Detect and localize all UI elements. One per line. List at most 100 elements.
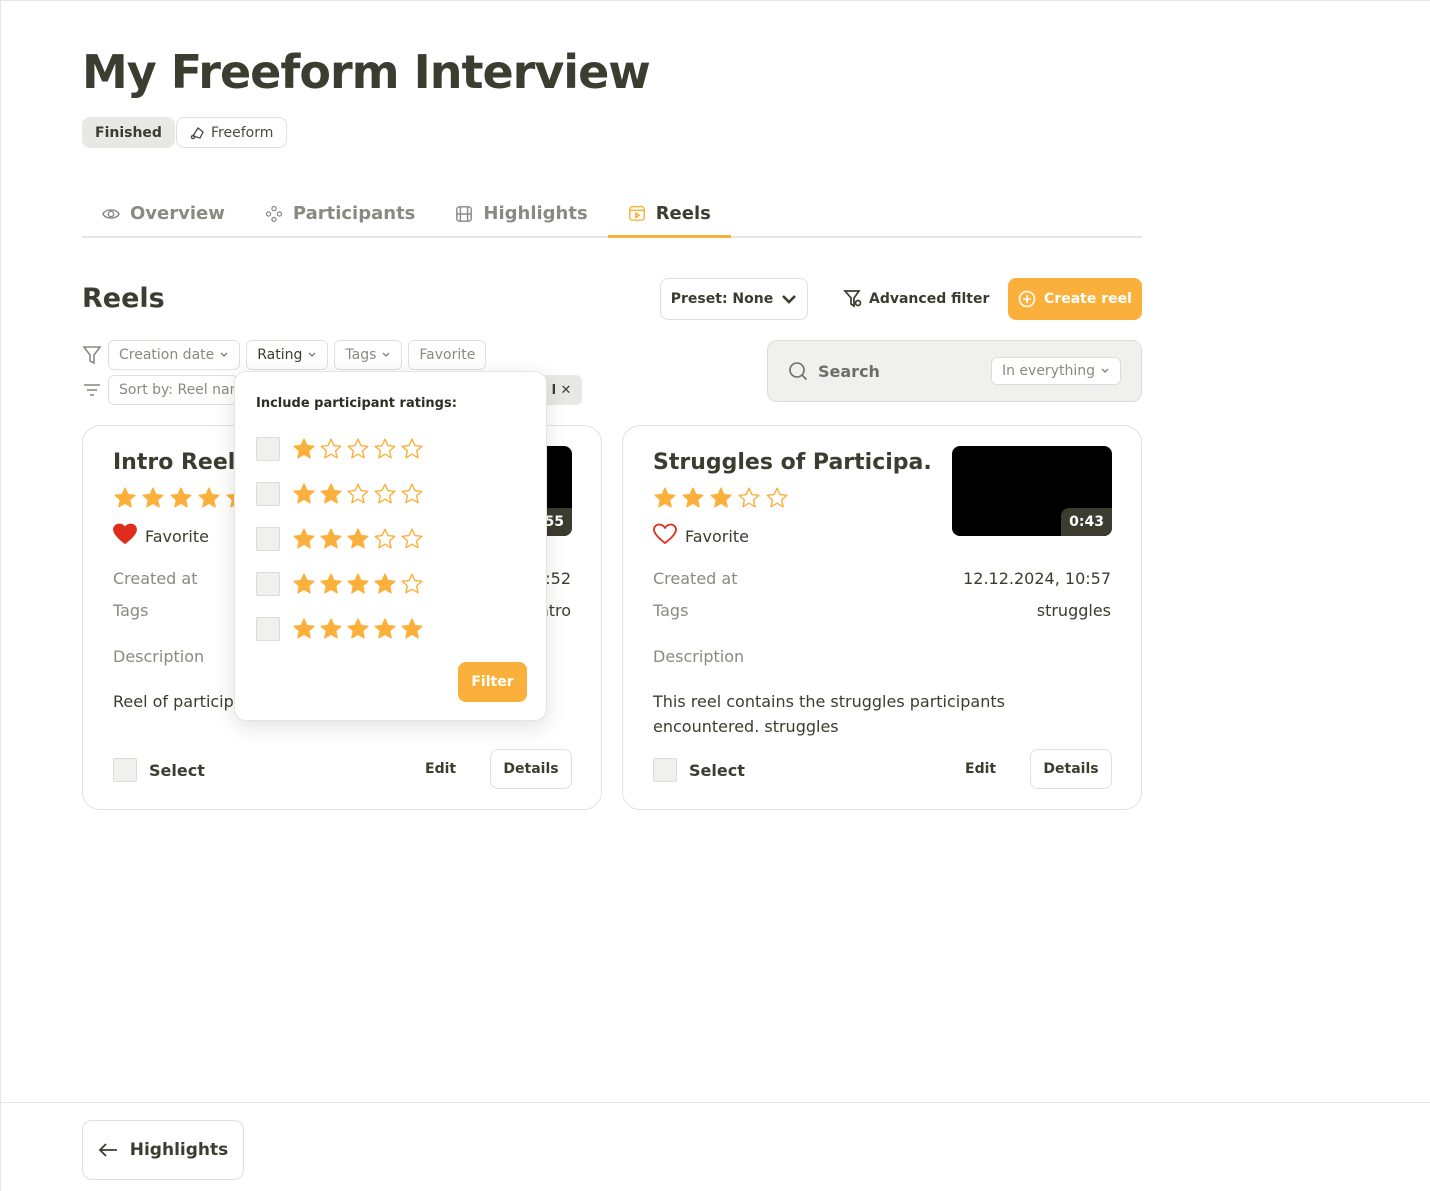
edit-button[interactable]: Edit xyxy=(965,749,996,789)
advanced-filter-button[interactable]: Advanced filter xyxy=(843,285,989,313)
star-filled-icon xyxy=(293,573,315,594)
checkbox[interactable] xyxy=(256,482,280,506)
tab-participants[interactable]: Participants xyxy=(245,191,436,236)
reel-card: Struggles of Participa... Favorite 0:43 … xyxy=(622,425,1142,810)
chevron-down-icon xyxy=(1101,368,1109,374)
star-filled-icon xyxy=(198,487,220,508)
select-label: Select xyxy=(689,760,745,780)
rating-stars xyxy=(292,527,424,551)
chevron-down-icon xyxy=(382,352,390,358)
page-title: My Freeform Interview xyxy=(82,45,651,99)
rating-stars xyxy=(292,617,424,641)
chevron-down-icon xyxy=(220,352,228,358)
star-filled-icon xyxy=(320,573,342,594)
star-filled-icon xyxy=(347,618,369,639)
star-outline-icon xyxy=(374,483,396,504)
star-filled-icon xyxy=(374,573,396,594)
tab-participants-label: Participants xyxy=(292,203,416,224)
search-scope-dropdown[interactable]: In everything xyxy=(990,357,1121,385)
sort-dropdown[interactable]: Sort by: Reel name xyxy=(108,375,238,405)
rating-option[interactable] xyxy=(256,437,424,461)
created-value: :52 xyxy=(545,569,571,588)
favorite-filter[interactable]: Favorite xyxy=(408,340,487,370)
advanced-filter-label: Advanced filter xyxy=(869,291,990,307)
film-icon xyxy=(456,205,473,222)
reel-rating xyxy=(113,486,249,510)
tab-reels[interactable]: Reels xyxy=(607,191,731,238)
reel-title: Intro Reel xyxy=(113,450,236,475)
created-value: 12.12.2024, 10:57 xyxy=(963,569,1111,588)
chevron-down-icon xyxy=(782,295,797,304)
creation-date-label: Creation date xyxy=(119,347,215,363)
checkbox[interactable] xyxy=(653,758,677,782)
rating-option[interactable] xyxy=(256,527,424,551)
search-placeholder: Search xyxy=(818,361,880,381)
creation-date-filter[interactable]: Creation date xyxy=(108,340,241,370)
select-label: Select xyxy=(149,760,205,780)
star-outline-icon xyxy=(738,487,760,508)
select-checkbox[interactable]: Select xyxy=(113,758,205,782)
clear-filter-chip[interactable]: l ✕ xyxy=(541,375,582,405)
checkbox[interactable] xyxy=(113,758,137,782)
favorite-toggle[interactable]: Favorite xyxy=(653,523,749,549)
preset-dropdown[interactable]: Preset: None xyxy=(660,278,808,320)
details-button[interactable]: Details xyxy=(1030,749,1112,789)
tab-overview[interactable]: Overview xyxy=(82,191,245,236)
star-outline-icon xyxy=(347,438,369,459)
checkbox[interactable] xyxy=(256,572,280,596)
star-filled-icon xyxy=(347,573,369,594)
heart-icon xyxy=(653,523,677,549)
checkbox[interactable] xyxy=(256,527,280,551)
star-filled-icon xyxy=(293,528,315,549)
star-filled-icon xyxy=(114,487,136,508)
star-filled-icon xyxy=(142,487,164,508)
participants-icon xyxy=(265,205,282,222)
star-filled-icon xyxy=(710,487,732,508)
favorite-toggle[interactable]: Favorite xyxy=(113,523,209,549)
checkbox[interactable] xyxy=(256,437,280,461)
rating-stars xyxy=(292,437,424,461)
video-thumbnail[interactable]: 0:43 xyxy=(952,446,1112,536)
rating-stars xyxy=(292,572,424,596)
edit-button[interactable]: Edit xyxy=(425,749,456,789)
rating-filter[interactable]: Rating xyxy=(246,340,329,370)
star-filled-icon xyxy=(293,483,315,504)
star-filled-icon xyxy=(347,528,369,549)
select-checkbox[interactable]: Select xyxy=(653,758,745,782)
search-input[interactable]: Search In everything xyxy=(767,340,1142,402)
rating-label: Rating xyxy=(257,347,303,363)
star-outline-icon xyxy=(347,483,369,504)
sort-row: Sort by: Reel name xyxy=(82,375,238,405)
star-filled-icon xyxy=(320,528,342,549)
details-button[interactable]: Details xyxy=(490,749,572,789)
filter-icon xyxy=(82,346,102,365)
tab-highlights[interactable]: Highlights xyxy=(435,191,607,236)
type-badge: Freeform xyxy=(176,117,288,148)
sort-icon xyxy=(84,384,100,396)
popup-title: Include participant ratings: xyxy=(256,396,457,411)
footer: Highlights xyxy=(1,1102,1430,1191)
sort-label: Sort by: Reel name xyxy=(119,382,237,398)
back-button[interactable]: Highlights xyxy=(82,1120,244,1180)
star-outline-icon xyxy=(374,528,396,549)
tab-overview-label: Overview xyxy=(130,203,225,224)
rating-option[interactable] xyxy=(256,572,424,596)
star-outline-icon xyxy=(374,438,396,459)
star-filled-icon xyxy=(170,487,192,508)
type-badge-label: Freeform xyxy=(211,124,274,141)
eye-icon xyxy=(102,208,120,219)
create-reel-button[interactable]: Create reel xyxy=(1008,278,1142,320)
tags-label: Tags xyxy=(653,601,689,620)
checkbox[interactable] xyxy=(256,617,280,641)
heart-icon xyxy=(113,523,137,549)
star-filled-icon xyxy=(401,618,423,639)
rating-option[interactable] xyxy=(256,482,424,506)
description-text: This reel contains the struggles partici… xyxy=(653,692,1005,736)
star-outline-icon xyxy=(401,438,423,459)
rating-option[interactable] xyxy=(256,617,424,641)
tags-filter[interactable]: Tags xyxy=(334,340,403,370)
filter-button[interactable]: Filter xyxy=(458,662,527,702)
rating-stars xyxy=(292,482,424,506)
star-filled-icon xyxy=(682,487,704,508)
create-reel-label: Create reel xyxy=(1044,291,1132,307)
